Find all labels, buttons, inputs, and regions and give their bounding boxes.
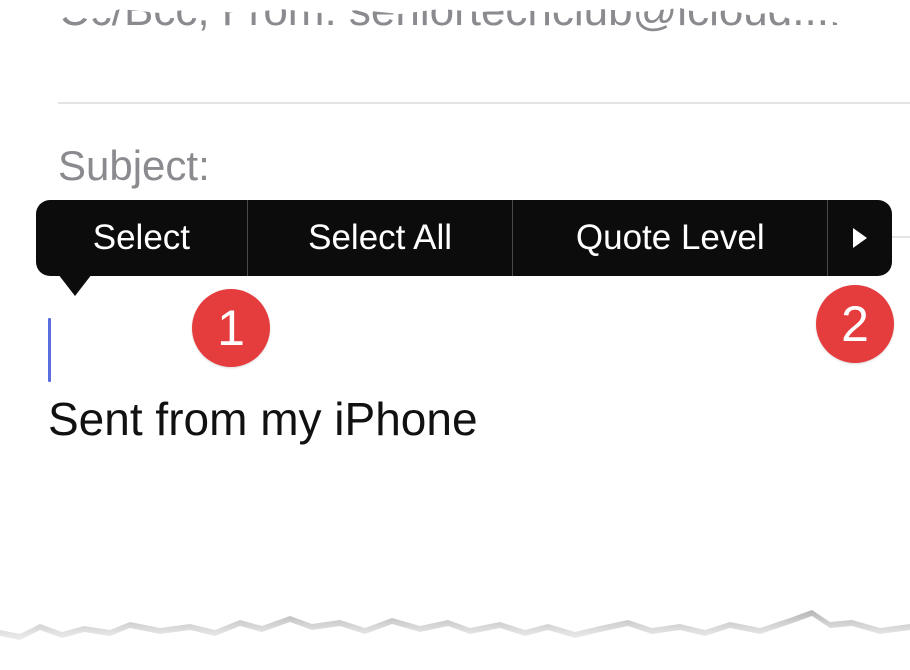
torn-edge-top — [0, 0, 910, 36]
mail-compose-screen: Cc/Bcc, From: seniortechclub@icloud.... … — [0, 0, 910, 670]
step-badge-2: 2 — [816, 285, 894, 363]
header-divider — [58, 102, 910, 104]
subject-field-label[interactable]: Subject: — [58, 142, 210, 190]
select-all-menu-item[interactable]: Select All — [248, 200, 513, 276]
step-badge-1: 1 — [192, 289, 270, 367]
edit-callout-menu: Select Select All Quote Level — [36, 200, 892, 276]
email-signature[interactable]: Sent from my iPhone — [48, 392, 478, 446]
quote-level-menu-item[interactable]: Quote Level — [513, 200, 827, 276]
torn-edge-bottom — [0, 610, 910, 670]
select-menu-item[interactable]: Select — [36, 200, 247, 276]
callout-pointer — [58, 274, 92, 296]
play-triangle-icon — [853, 228, 868, 248]
text-cursor — [48, 318, 51, 382]
more-options-button[interactable] — [828, 200, 892, 276]
